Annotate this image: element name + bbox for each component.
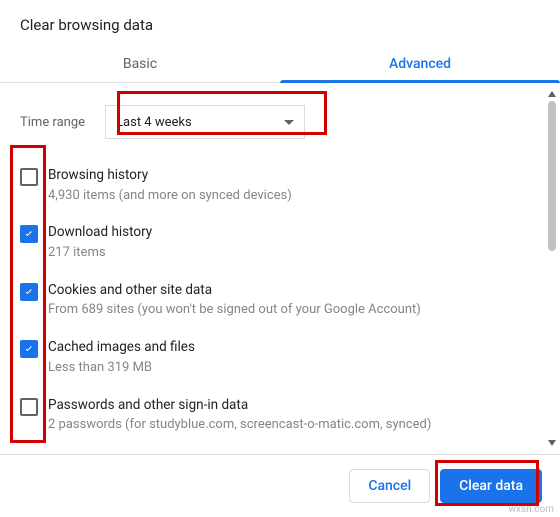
list-item: Cached images and files Less than 319 MB xyxy=(0,329,544,386)
tab-advanced-label: Advanced xyxy=(389,56,451,72)
clear-data-button-label: Clear data xyxy=(459,478,523,494)
item-text: Browsing history 4,930 items (and more on… xyxy=(48,167,524,204)
option-checkbox[interactable] xyxy=(20,398,38,416)
item-title: Browsing history xyxy=(48,167,524,185)
check-icon xyxy=(23,343,35,355)
watermark: wxsn.com xyxy=(508,504,554,515)
clear-data-button[interactable]: Clear data xyxy=(440,469,542,503)
option-checkbox[interactable] xyxy=(20,283,38,301)
list-item: Download history 217 items xyxy=(0,214,544,271)
item-subtitle: 217 items xyxy=(48,245,524,262)
item-text: Passwords and other sign-in data 2 passwo… xyxy=(48,397,524,434)
time-range-value: Last 4 weeks xyxy=(116,115,192,130)
option-checkbox[interactable] xyxy=(20,340,38,358)
item-subtitle: 4,930 items (and more on synced devices) xyxy=(48,188,524,205)
dialog-footer: Cancel Clear data xyxy=(0,454,560,517)
checkbox-wrap xyxy=(20,224,48,244)
tab-advanced[interactable]: Advanced xyxy=(280,44,560,82)
item-subtitle: From 689 sites (you won't be signed out … xyxy=(48,302,524,319)
item-text: Cached images and files Less than 319 MB xyxy=(48,339,524,376)
option-checkbox[interactable] xyxy=(20,225,38,243)
check-icon xyxy=(23,228,35,240)
options-list: Browsing history 4,930 items (and more on… xyxy=(0,153,544,454)
dialog-body: Time range Last 4 weeks Browsing history… xyxy=(0,83,560,454)
list-item: Cookies and other site data From 689 site… xyxy=(0,272,544,329)
option-checkbox[interactable] xyxy=(20,168,38,186)
check-icon xyxy=(23,286,35,298)
list-item: Browsing history 4,930 items (and more on… xyxy=(0,157,544,214)
tab-basic[interactable]: Basic xyxy=(0,44,280,82)
item-title: Download history xyxy=(48,224,524,242)
cancel-button-label: Cancel xyxy=(368,478,411,494)
chevron-down-icon xyxy=(284,120,294,125)
item-title: Cached images and files xyxy=(48,339,524,357)
checkbox-wrap xyxy=(20,397,48,420)
time-range-select[interactable]: Last 4 weeks xyxy=(105,105,305,139)
dialog-title: Clear browsing data xyxy=(0,0,560,44)
item-subtitle: 2 passwords (for studyblue.com, screenca… xyxy=(48,417,524,434)
item-title: Cookies and other site data xyxy=(48,282,524,300)
list-item: Autofill form data xyxy=(0,444,544,454)
item-text: Download history 217 items xyxy=(48,224,524,261)
clear-browsing-data-dialog: Clear browsing data Basic Advanced Time … xyxy=(0,0,560,517)
checkbox-wrap xyxy=(20,339,48,359)
time-range-row: Time range Last 4 weeks xyxy=(0,91,544,153)
list-item: Passwords and other sign-in data 2 passwo… xyxy=(0,387,544,444)
item-text: Cookies and other site data From 689 site… xyxy=(48,282,524,319)
scrollbar-thumb[interactable] xyxy=(548,101,556,251)
tab-bar: Basic Advanced xyxy=(0,44,560,83)
scroll-area: Time range Last 4 weeks Browsing history… xyxy=(0,83,544,454)
tab-basic-label: Basic xyxy=(123,56,157,72)
checkbox-wrap xyxy=(20,282,48,302)
checkbox-wrap xyxy=(20,167,48,190)
vertical-scrollbar[interactable] xyxy=(546,91,558,446)
item-subtitle: Less than 319 MB xyxy=(48,360,524,377)
cancel-button[interactable]: Cancel xyxy=(349,469,430,503)
item-title: Passwords and other sign-in data xyxy=(48,397,524,415)
time-range-label: Time range xyxy=(20,115,85,130)
